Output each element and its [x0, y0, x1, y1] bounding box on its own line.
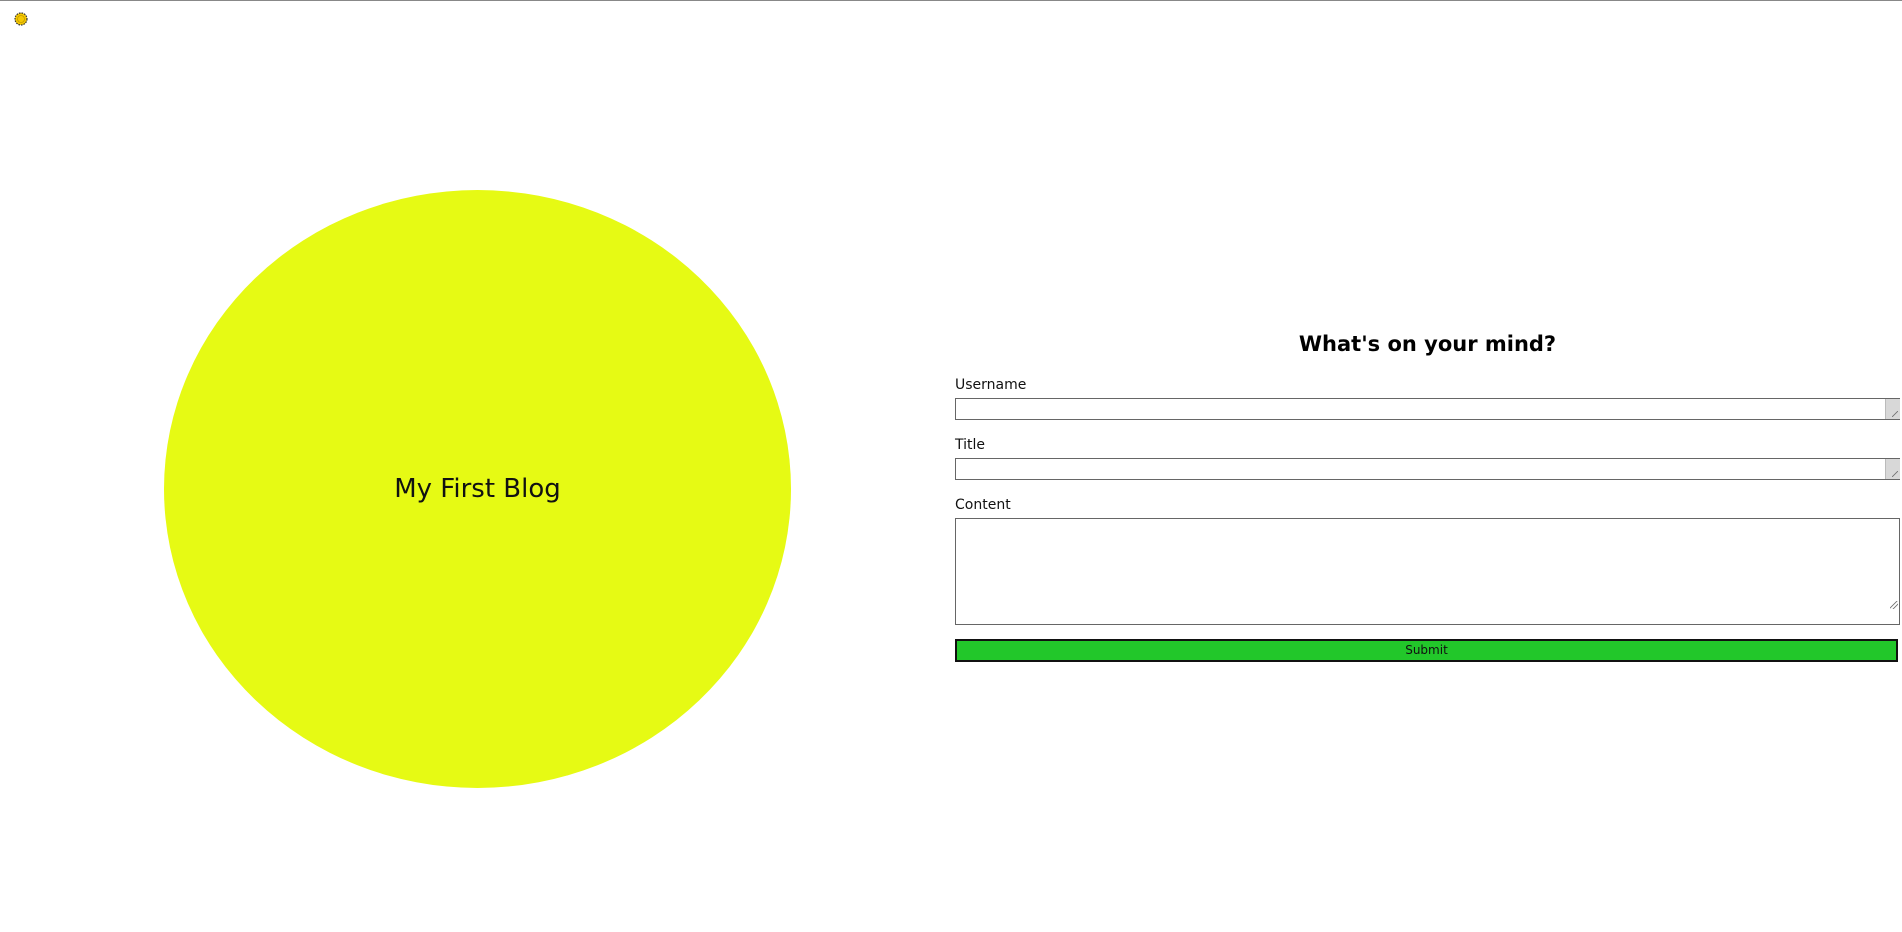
post-form: What's on your mind? Username Title Cont… — [955, 331, 1900, 662]
content-resize-grip[interactable] — [1890, 601, 1898, 609]
blog-title: My First Blog — [394, 474, 561, 504]
form-heading: What's on your mind? — [1298, 332, 1557, 356]
content-field-wrap — [955, 518, 1900, 625]
submit-button[interactable]: Submit — [955, 639, 1898, 662]
title-field-wrap — [955, 458, 1900, 480]
title-label: Title — [955, 437, 986, 453]
blog-hero-circle: My First Blog — [164, 190, 791, 788]
content-textarea[interactable] — [955, 518, 1900, 625]
username-resize-grip[interactable] — [1885, 399, 1900, 419]
username-field-wrap — [955, 398, 1900, 420]
title-resize-grip[interactable] — [1885, 459, 1900, 479]
page: My First Blog What's on your mind? Usern… — [0, 0, 1902, 932]
username-label: Username — [955, 377, 1027, 393]
title-input[interactable] — [955, 458, 1900, 480]
content-label: Content — [955, 497, 1011, 513]
username-input[interactable] — [955, 398, 1900, 420]
sun-icon[interactable] — [14, 12, 28, 26]
